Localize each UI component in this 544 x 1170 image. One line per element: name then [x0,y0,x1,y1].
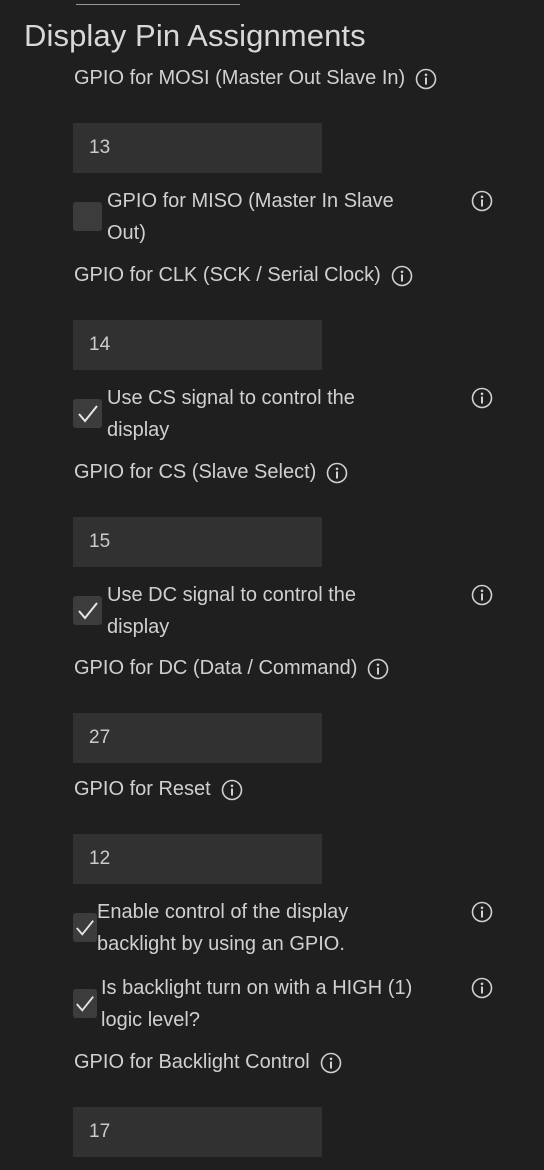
settings-page: Display Pin Assignments GPIO for MOSI (M… [0,0,544,1170]
mosi-label-row: GPIO for MOSI (Master Out Slave In) [74,67,437,90]
reset-label-row: GPIO for Reset [74,778,243,801]
dc-label-row: GPIO for DC (Data / Command) [74,657,389,680]
backlight-enable-checkbox[interactable] [73,913,97,942]
info-icon[interactable] [471,901,493,923]
clk-label: GPIO for CLK (SCK / Serial Clock) [74,264,381,286]
cs-label: GPIO for CS (Slave Select) [74,461,317,483]
info-icon[interactable] [221,779,243,801]
info-icon[interactable] [326,462,348,484]
info-icon[interactable] [320,1052,342,1074]
dc-label: GPIO for DC (Data / Command) [74,657,358,679]
info-icon[interactable] [471,190,493,212]
info-icon[interactable] [471,977,493,999]
miso-label: GPIO for MISO (Master In Slave Out) [107,190,394,244]
use-dc-checkbox[interactable] [73,596,102,625]
info-icon[interactable] [471,584,493,606]
backlight-input[interactable] [73,1107,322,1157]
info-icon[interactable] [391,265,413,287]
reset-label: GPIO for Reset [74,778,211,800]
cs-label-row: GPIO for CS (Slave Select) [74,461,348,484]
reset-input[interactable] [73,834,322,884]
mosi-label: GPIO for MOSI (Master Out Slave In) [74,67,406,89]
backlight-enable-label: Enable control of the display backlight … [97,901,349,955]
backlight-high-label: Is backlight turn on with a HIGH (1) log… [101,977,413,1031]
backlight-enable-checkbox-row: Enable control of the display backlight … [73,896,493,960]
use-cs-checkbox-row: Use CS signal to control the display [73,382,493,446]
miso-checkbox[interactable] [73,202,102,231]
checkmark-icon [76,920,94,936]
use-cs-label: Use CS signal to control the display [107,387,355,441]
dc-input[interactable] [73,713,322,763]
backlight-high-checkbox[interactable] [73,989,97,1018]
miso-checkbox-row: GPIO for MISO (Master In Slave Out) [73,185,493,249]
backlight-label-row: GPIO for Backlight Control [74,1051,342,1074]
clk-label-row: GPIO for CLK (SCK / Serial Clock) [74,264,413,287]
clk-input[interactable] [73,320,322,370]
info-icon[interactable] [367,658,389,680]
mosi-input[interactable] [73,123,322,173]
checkmark-icon [76,996,94,1012]
section-title: Display Pin Assignments [24,18,366,53]
backlight-high-checkbox-row: Is backlight turn on with a HIGH (1) log… [73,972,493,1036]
use-cs-checkbox[interactable] [73,399,102,428]
top-divider [76,4,240,5]
checkmark-icon [78,602,98,620]
info-icon[interactable] [415,68,437,90]
checkmark-icon [78,405,98,423]
use-dc-checkbox-row: Use DC signal to control the display [73,579,493,643]
backlight-label: GPIO for Backlight Control [74,1051,310,1073]
use-dc-label: Use DC signal to control the display [107,584,357,638]
cs-input[interactable] [73,517,322,567]
info-icon[interactable] [471,387,493,409]
